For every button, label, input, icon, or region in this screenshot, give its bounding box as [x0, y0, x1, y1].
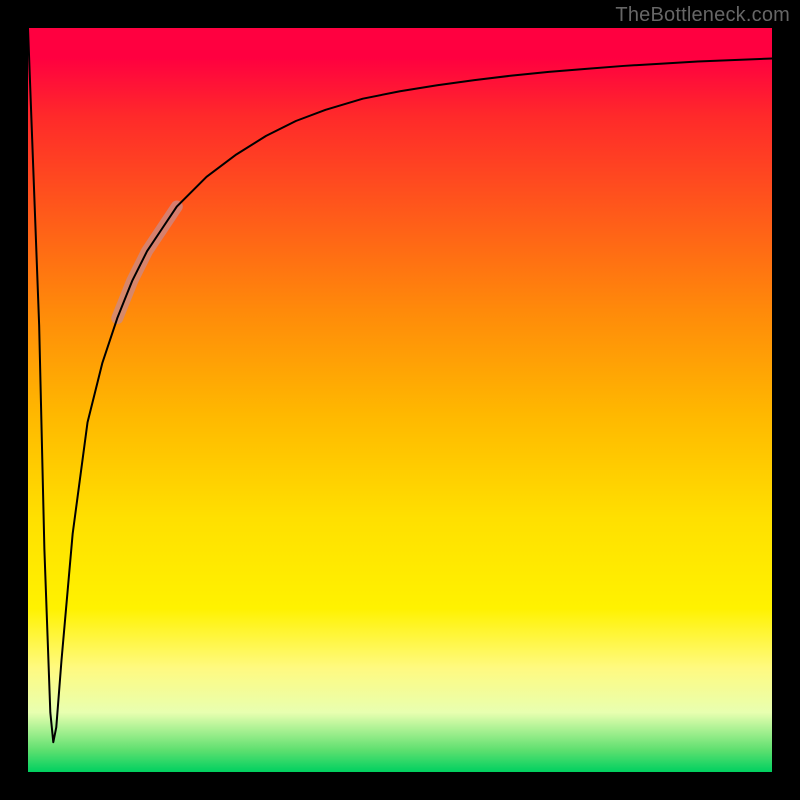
- series-bottleneck-curve: [28, 28, 772, 742]
- series-highlight-segment: [117, 207, 177, 319]
- plot-area: [28, 28, 772, 772]
- watermark-text: TheBottleneck.com: [615, 4, 790, 27]
- curve-svg: [28, 28, 772, 772]
- chart-container: TheBottleneck.com: [0, 0, 800, 800]
